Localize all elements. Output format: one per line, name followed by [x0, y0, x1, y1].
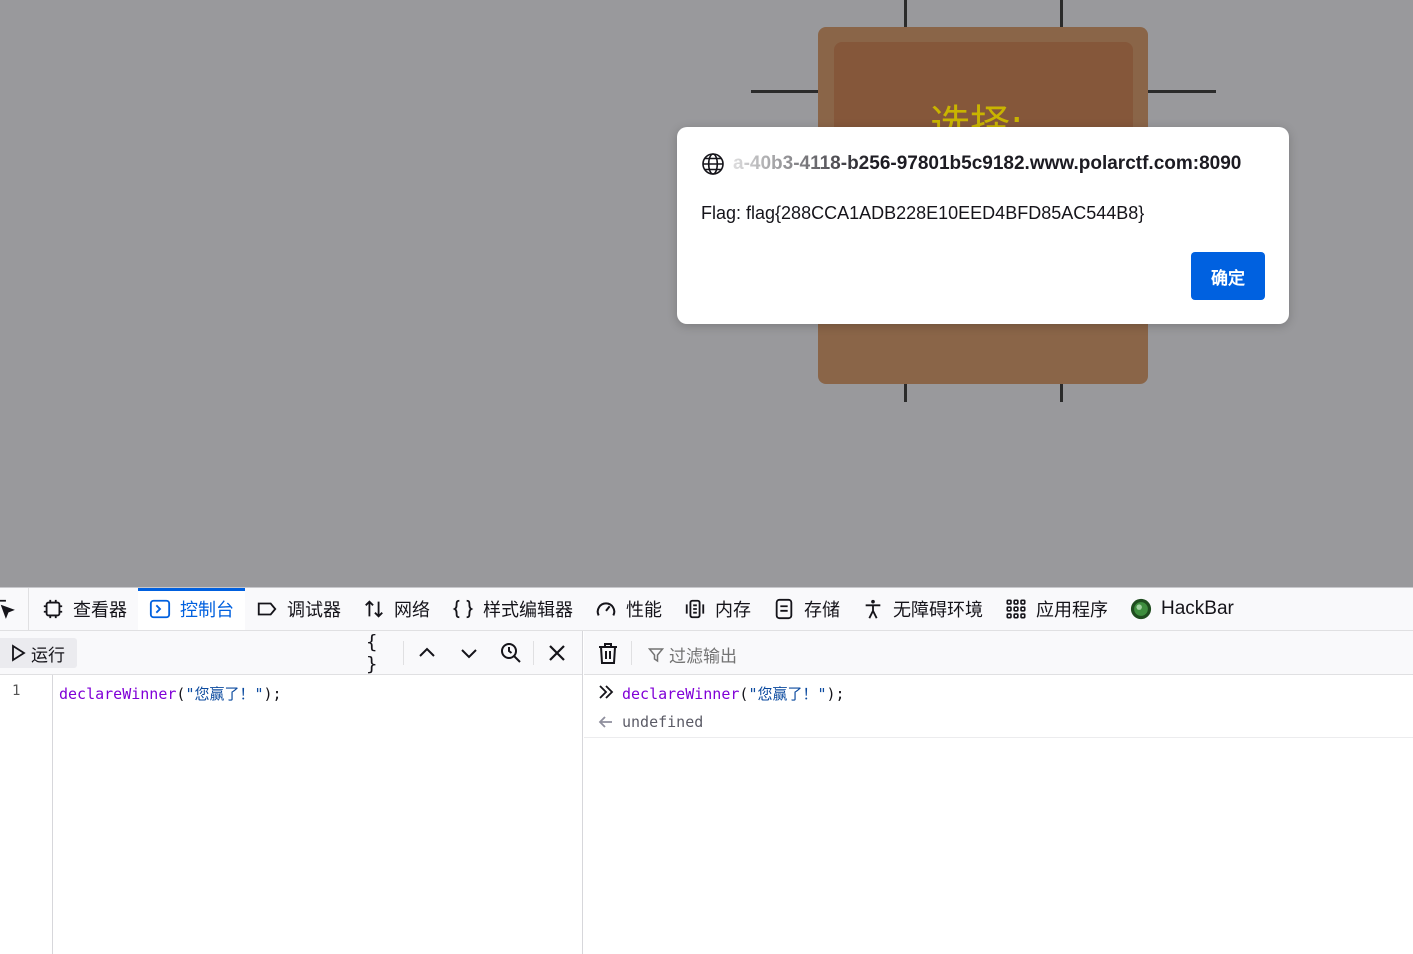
line-number: 1 [12, 683, 21, 699]
history-next-button[interactable] [454, 639, 484, 667]
tab-performance[interactable]: 性能 [584, 588, 673, 630]
console-input-row: declareWinner("您赢了！"); [584, 677, 1413, 707]
pretty-print-button[interactable]: { } [366, 631, 396, 675]
tab-style-editor[interactable]: 样式编辑器 [441, 588, 584, 630]
line-gutter: 1 [0, 675, 53, 954]
debugger-icon [257, 602, 277, 616]
alert-origin: a-40b3-4118-b256-97801b5c9182.www.polarc… [701, 151, 1241, 177]
tab-inspector[interactable]: 查看器 [31, 588, 138, 630]
play-icon [12, 644, 26, 662]
performance-icon [596, 602, 616, 616]
chevron-down-icon [461, 649, 477, 659]
tab-label: 调试器 [287, 600, 341, 621]
tab-network[interactable]: 网络 [352, 588, 441, 630]
console-editor-pane: 运行 { } 1 declareWinner("您赢了！"); [0, 631, 583, 954]
tab-label: 性能 [626, 600, 662, 621]
console-icon [149, 599, 171, 619]
search-history-icon [501, 643, 521, 663]
inspector-icon [43, 599, 63, 619]
accessibility-icon [865, 599, 881, 619]
filter-output-input[interactable]: 过滤输出 [648, 642, 737, 667]
devtools-toolbar: 查看器 控制台 调试器 网络 样式编辑器 性能 内存 存储 无障碍环境 应用程序… [0, 588, 1413, 631]
code-punct: ); [826, 685, 845, 703]
tab-label: 内存 [715, 600, 751, 621]
code-punct: ); [263, 685, 282, 703]
alert-message: Flag: flag{288CCA1ADB228E10EED4BFD85AC54… [701, 203, 1145, 223]
hackbar-icon [1130, 598, 1152, 620]
run-label: 运行 [31, 645, 65, 666]
console-result-row: undefined [584, 707, 1413, 738]
close-editor-button[interactable] [542, 639, 572, 667]
code-string: "您赢了！" [748, 685, 827, 703]
toolbar-divider [403, 641, 404, 665]
tab-label: 存储 [804, 600, 840, 621]
code-function: declareWinner [622, 685, 740, 703]
element-picker-button[interactable] [0, 588, 29, 630]
tab-label: 无障碍环境 [893, 600, 983, 621]
tab-label: 应用程序 [1036, 600, 1108, 621]
tab-storage[interactable]: 存储 [762, 588, 851, 630]
network-icon [365, 600, 383, 618]
console-result-value: undefined [622, 713, 704, 731]
tab-label: 控制台 [180, 600, 234, 621]
code-string: "您赢了！" [185, 685, 264, 703]
chevron-up-icon [419, 647, 435, 657]
double-chevron-right-icon [599, 685, 614, 699]
alert-ok-button[interactable]: 确定 [1191, 252, 1265, 300]
tab-accessibility[interactable]: 无障碍环境 [851, 588, 994, 630]
trash-icon[interactable] [596, 641, 620, 665]
toolbar-divider [631, 641, 632, 665]
output-toolbar: 过滤输出 [584, 631, 1413, 675]
storage-icon [775, 598, 793, 620]
element-picker-icon [0, 599, 15, 619]
toolbar-divider [533, 641, 534, 665]
page-viewport: 选择: a-40b3-4118-b256-97801b5c9182.www.po… [0, 0, 1413, 587]
tab-label: 查看器 [73, 600, 127, 621]
memory-icon [685, 599, 705, 619]
tab-debugger[interactable]: 调试器 [245, 588, 352, 630]
tab-application[interactable]: 应用程序 [994, 588, 1119, 630]
filter-placeholder: 过滤输出 [669, 647, 737, 667]
console-output-pane: 过滤输出 declareWinner("您赢了！"); undefined [584, 631, 1413, 954]
tab-label: 样式编辑器 [483, 600, 573, 621]
tab-memory[interactable]: 内存 [673, 588, 762, 630]
editor-code-line[interactable]: declareWinner("您赢了！"); [59, 683, 282, 704]
close-icon [549, 645, 565, 661]
style-editor-icon [452, 599, 474, 619]
console-input-code: declareWinner("您赢了！"); [622, 683, 845, 704]
alert-dialog: a-40b3-4118-b256-97801b5c9182.www.polarc… [677, 127, 1289, 324]
globe-icon [702, 153, 724, 175]
devtools-panel: 查看器 控制台 调试器 网络 样式编辑器 性能 内存 存储 无障碍环境 应用程序… [0, 587, 1413, 954]
alert-origin-url: a-40b3-4118-b256-97801b5c9182.www.polarc… [733, 153, 1242, 174]
tab-console[interactable]: 控制台 [138, 588, 245, 630]
application-icon [1006, 599, 1026, 619]
reverse-search-button[interactable] [496, 639, 526, 667]
filter-icon [648, 647, 664, 662]
editor-toolbar: 运行 { } [0, 631, 582, 675]
tab-hackbar[interactable]: HackBar [1119, 588, 1245, 630]
arrow-left-icon [598, 716, 612, 728]
run-button[interactable]: 运行 [0, 638, 77, 668]
code-function: declareWinner [59, 685, 177, 703]
history-previous-button[interactable] [412, 639, 442, 667]
tab-label: 网络 [394, 600, 430, 621]
tab-label: HackBar [1161, 598, 1234, 619]
